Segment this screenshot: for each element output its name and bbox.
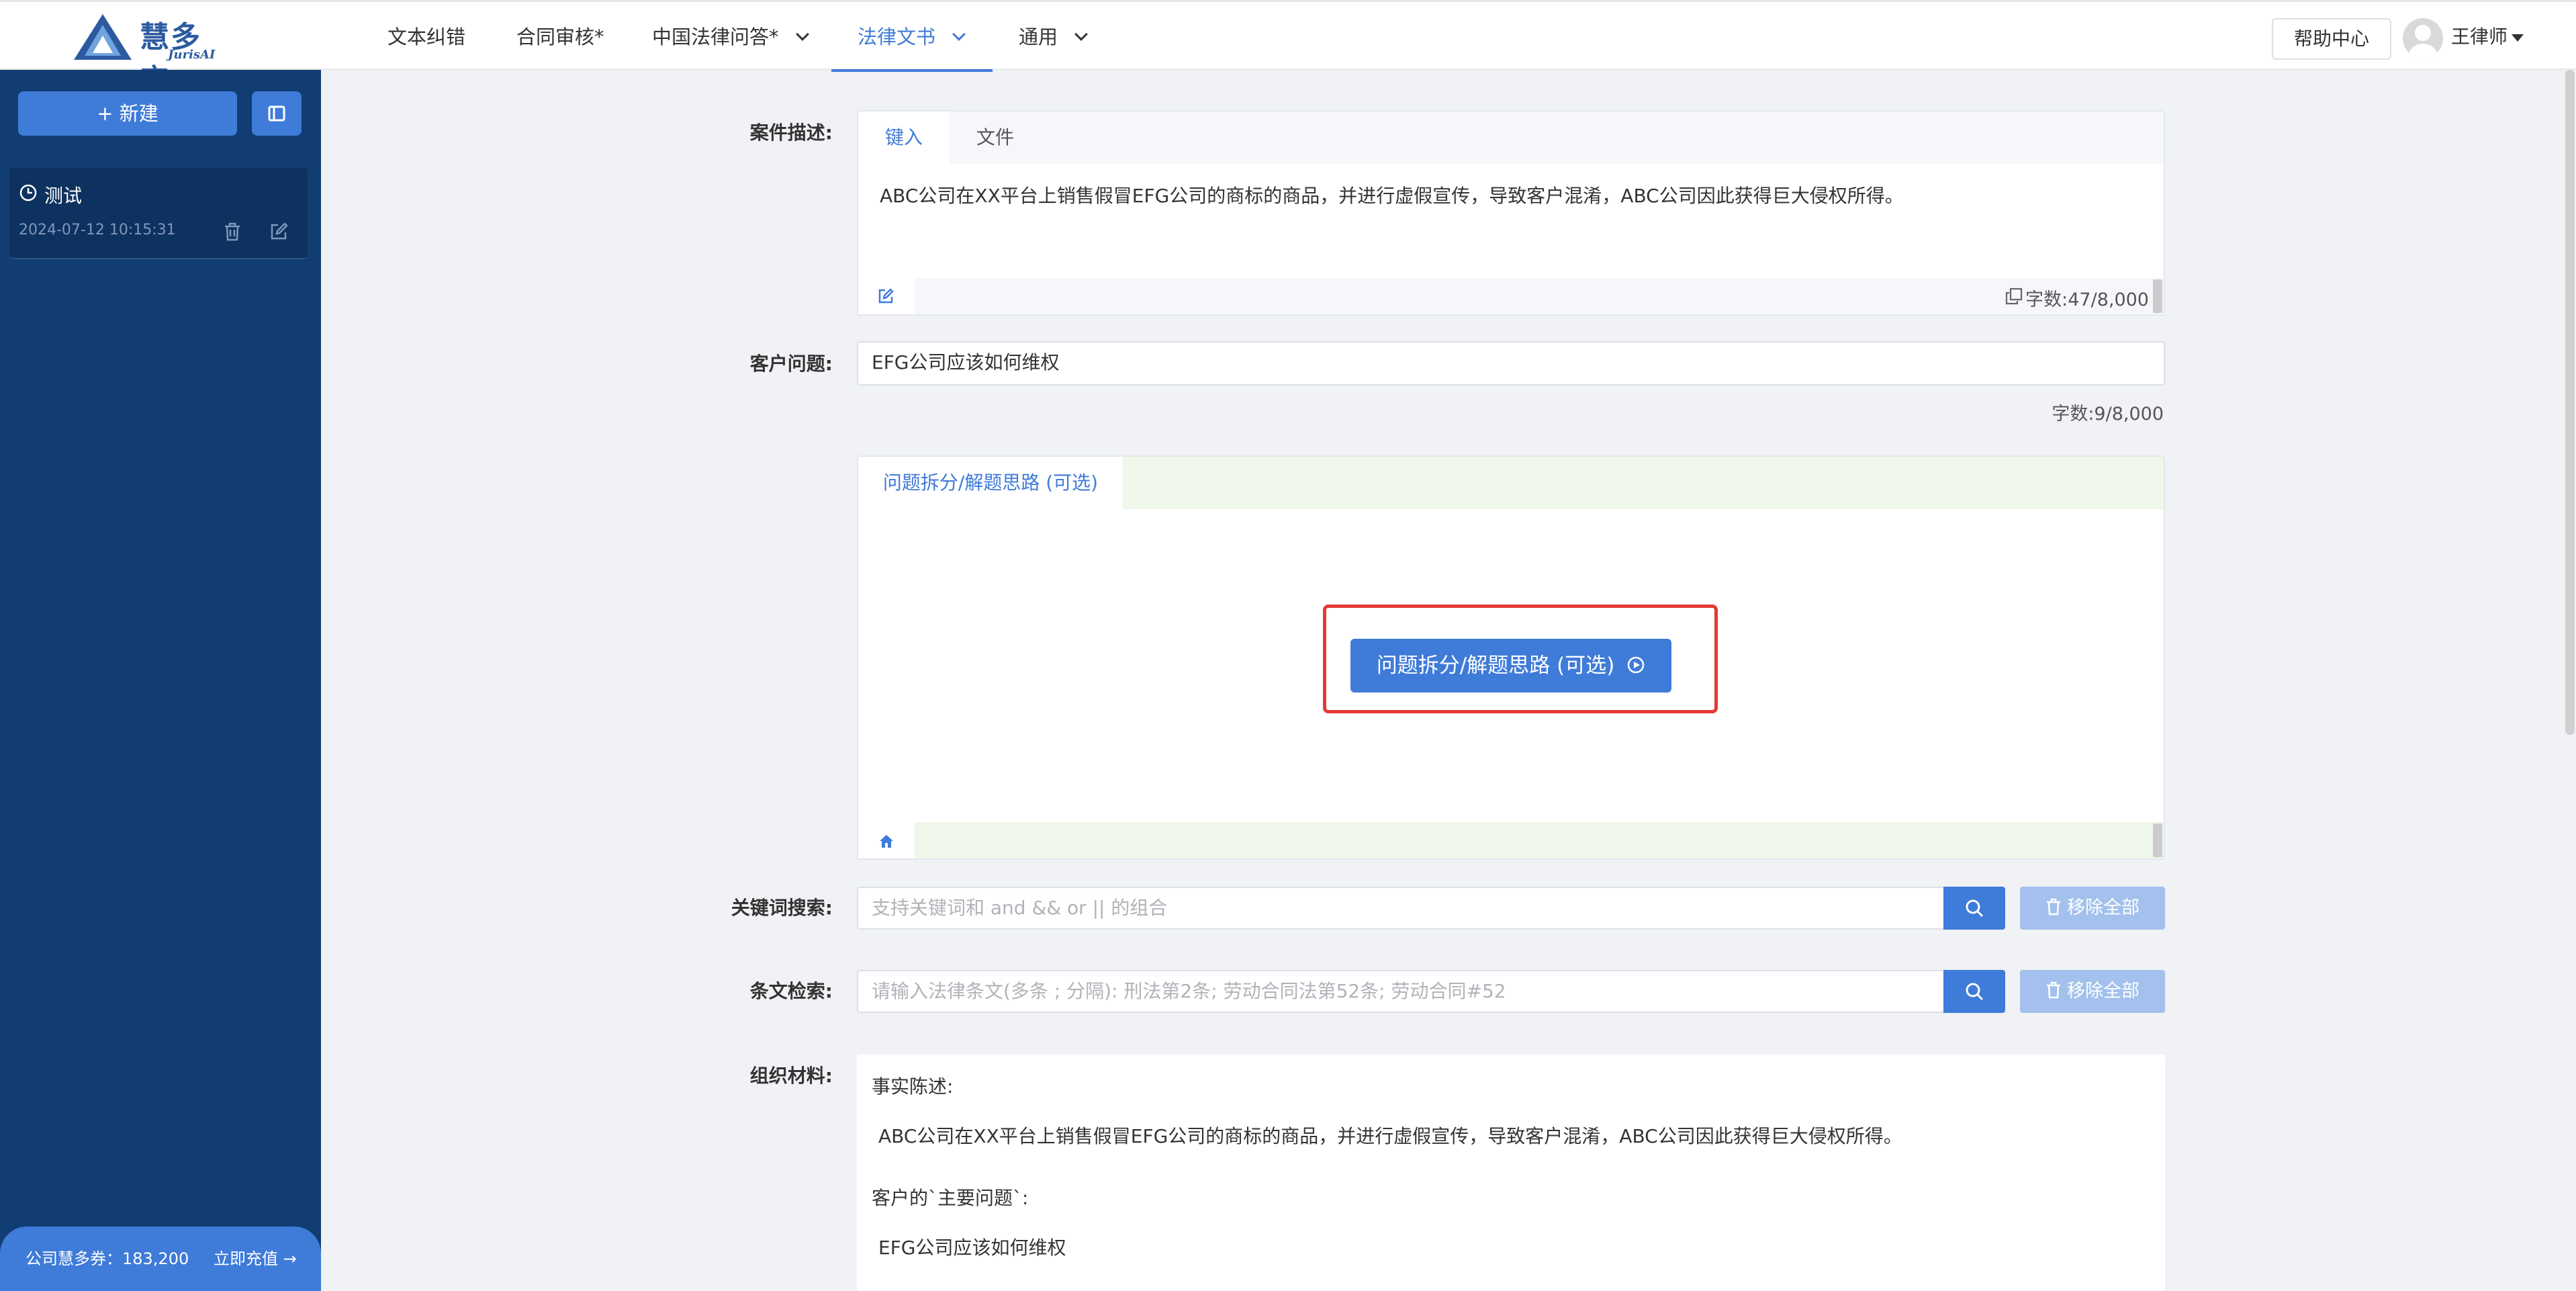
user-name: 王律师	[2451, 26, 2508, 48]
analysis-tabbar: 问题拆分/解题思路 (可选)	[858, 457, 2164, 509]
session-datetime: 2024-07-12 10:15:31	[19, 222, 176, 238]
user-menu[interactable]: 王律师	[2451, 2, 2524, 72]
keyword-search-label: 关键词搜索:	[731, 897, 833, 919]
nav-label: 中国法律问答*	[652, 26, 779, 48]
case-char-count: 字数:47/8,000	[2025, 290, 2149, 310]
search-icon	[1966, 983, 1984, 1001]
sidebar: + 新建 测试 2024-07-12 10:15:31 公司慧多券：183,20…	[0, 70, 321, 1291]
article-search-label: 条文检索:	[749, 980, 833, 1002]
avatar[interactable]	[2403, 18, 2443, 58]
nav-legal-documents[interactable]: 法律文书	[858, 2, 966, 72]
nav-contract-review[interactable]: 合同审核*	[516, 2, 604, 72]
edit-icon[interactable]	[269, 222, 289, 242]
question-char-count: 字数:9/8,000	[2052, 404, 2164, 425]
nav-label: 文本纠错	[387, 26, 466, 48]
delete-icon[interactable]	[223, 222, 242, 242]
keyword-search-input[interactable]: 支持关键词和 and && or || 的组合	[857, 887, 1945, 930]
play-circle-icon	[1627, 656, 1645, 673]
page-scrollbar[interactable]	[2565, 70, 2575, 735]
collapse-sidebar-button[interactable]	[252, 91, 302, 136]
organized-material-panel[interactable]: 事实陈述: ABC公司在XX平台上销售假冒EFG公司的商标的商品，并进行虚假宣传…	[857, 1055, 2165, 1291]
nav-legal-qa[interactable]: 中国法律问答*	[652, 2, 809, 72]
organize-material-label: 组织材料:	[749, 1065, 833, 1087]
search-icon	[1966, 899, 1984, 918]
keyword-remove-all-button[interactable]: 移除全部	[2020, 887, 2165, 930]
footer-left-area	[858, 822, 915, 858]
trash-icon	[2047, 981, 2060, 998]
logo-triangle-icon	[74, 14, 132, 60]
new-button[interactable]: + 新建	[18, 91, 237, 136]
article-remove-all-button[interactable]: 移除全部	[2020, 970, 2165, 1013]
customer-question-field[interactable]: EFG公司应该如何维权	[857, 341, 2165, 386]
case-footer: 字数:47/8,000	[858, 278, 2164, 314]
edit-icon[interactable]	[877, 287, 894, 305]
help-center-button[interactable]: 帮助中心	[2272, 18, 2391, 60]
tab-file[interactable]: 文件	[950, 112, 1041, 164]
nav-label: 通用	[1019, 26, 1058, 48]
caret-down-icon	[2512, 34, 2524, 42]
nav-general[interactable]: 通用	[1019, 2, 1088, 72]
sidebar-footer: 公司慧多券：183,200 立即充值 →	[0, 1227, 321, 1291]
active-nav-indicator	[831, 69, 993, 72]
article-search-input[interactable]: 请输入法律条文(多条 ; 分隔): 刑法第2条; 劳动合同法第52条; 劳动合同…	[857, 970, 1945, 1013]
remove-all-label: 移除全部	[2067, 981, 2140, 1001]
analysis-button[interactable]: 问题拆分/解题思路 (可选)	[1350, 639, 1671, 693]
balance-text: 公司慧多券：183,200	[26, 1249, 189, 1268]
resize-handle[interactable]	[2153, 823, 2162, 857]
footer-left-area	[858, 278, 915, 314]
case-description-label: 案件描述:	[749, 122, 833, 144]
chevron-down-icon	[1074, 28, 1088, 41]
remove-all-label: 移除全部	[2067, 897, 2140, 918]
main-question-heading: 客户的`主要问题`:	[872, 1187, 1029, 1209]
case-description-panel: 键入 文件 ABC公司在XX平台上销售假冒EFG公司的商标的商品，并进行虚假宣传…	[857, 110, 2165, 316]
article-search-button[interactable]	[1943, 970, 2005, 1013]
history-clock-icon	[19, 184, 37, 202]
trash-icon	[2047, 898, 2060, 915]
case-tabbar: 键入 文件	[858, 112, 2164, 164]
copy-icon[interactable]	[2005, 287, 2023, 305]
main-question-text: EFG公司应该如何维权	[878, 1237, 1066, 1259]
analysis-footer	[858, 822, 2164, 858]
sidebar-toggle-icon	[268, 105, 285, 122]
recharge-label: 立即充值	[214, 1249, 278, 1268]
recharge-link[interactable]: 立即充值 →	[214, 1227, 297, 1291]
chevron-down-icon	[795, 28, 809, 41]
resize-handle[interactable]	[2153, 279, 2162, 313]
home-icon[interactable]	[878, 833, 894, 849]
keyword-search-button[interactable]	[1943, 887, 2005, 930]
fact-statement-text: ABC公司在XX平台上销售假冒EFG公司的商标的商品，并进行虚假宣传，导致客户混…	[878, 1125, 1902, 1147]
session-item[interactable]: 测试 2024-07-12 10:15:31	[9, 168, 308, 259]
analysis-button-label: 问题拆分/解题思路 (可选)	[1376, 654, 1615, 678]
logo[interactable]: 慧多宝 JurisAI	[73, 11, 227, 97]
arrow-right-icon: →	[283, 1249, 297, 1268]
top-header: 慧多宝 JurisAI 文本纠错 合同审核* 中国法律问答* 法律文书 通用 帮…	[0, 0, 2576, 97]
fact-statement-heading: 事实陈述:	[872, 1075, 954, 1098]
nav-text-correction[interactable]: 文本纠错	[387, 2, 465, 72]
logo-subtext: JurisAI	[168, 48, 216, 62]
nav-label: 合同审核*	[516, 26, 604, 48]
tab-input[interactable]: 键入	[858, 112, 950, 164]
case-description-text[interactable]: ABC公司在XX平台上销售假冒EFG公司的商标的商品，并进行虚假宣传，导致客户混…	[880, 181, 1904, 208]
chevron-down-icon	[952, 28, 966, 41]
nav-label: 法律文书	[858, 26, 936, 48]
session-title: 测试	[44, 185, 83, 207]
tab-analysis[interactable]: 问题拆分/解题思路 (可选)	[858, 457, 1123, 509]
customer-question-label: 客户问题:	[749, 353, 833, 375]
